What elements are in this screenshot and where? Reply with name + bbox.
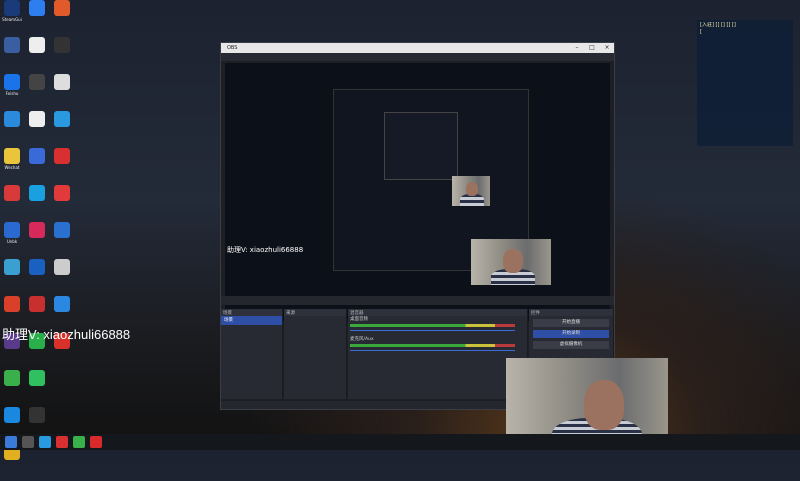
desktop-icon[interactable] — [25, 185, 49, 218]
desktop-icon[interactable]: Wechat — [0, 148, 24, 181]
desktop-icon[interactable] — [0, 37, 24, 70]
scene-item[interactable]: 场景 — [221, 316, 282, 325]
desktop-icon[interactable] — [0, 185, 24, 218]
search-icon[interactable] — [22, 436, 34, 448]
taskbar-app[interactable] — [90, 436, 102, 448]
volume-slider[interactable] — [350, 330, 515, 331]
scenes-dock: 场景 场景 — [221, 309, 283, 399]
volume-slider[interactable] — [350, 350, 515, 351]
nested-webcam — [452, 176, 490, 206]
minimize-icon[interactable]: – — [570, 43, 584, 53]
preview-canvas[interactable]: 助理V: xiaozhuli66888 — [225, 63, 610, 321]
mixer-channel: 麦克风/Aux — [348, 336, 527, 356]
desktop-icon[interactable] — [50, 259, 74, 292]
source-item[interactable] — [284, 334, 346, 343]
desktop-icon[interactable] — [50, 222, 74, 255]
desktop-icon[interactable] — [25, 74, 49, 107]
desktop-icons-col1: SteamGui Feishu Wechat Unbk — [0, 0, 24, 481]
mixer-channel: 桌面音频 — [348, 316, 527, 336]
preview-webcam — [471, 239, 551, 285]
control-button[interactable]: 开始直播 — [533, 319, 609, 327]
desktop-icon[interactable] — [50, 37, 74, 70]
control-button[interactable]: 开始录制 — [533, 330, 609, 338]
desktop-icon[interactable] — [25, 37, 49, 70]
desktop-icon[interactable] — [0, 259, 24, 292]
sources-header: 来源 — [284, 309, 346, 316]
obs-window: OBS – □ × 助理V: xiaozhuli66888 场景 场景 来源 混… — [220, 42, 615, 410]
taskbar-app[interactable] — [39, 436, 51, 448]
chat-overlay: [入驻] [] [] [] [][ — [697, 20, 793, 146]
desktop-icons-col3 — [50, 0, 74, 370]
desktop-icon[interactable] — [25, 259, 49, 292]
volume-meter — [350, 344, 515, 347]
taskbar-app[interactable] — [73, 436, 85, 448]
desktop-icon[interactable] — [25, 222, 49, 255]
scenes-header: 场景 — [221, 309, 282, 316]
maximize-icon[interactable]: □ — [585, 43, 599, 53]
window-title: OBS — [227, 45, 238, 51]
dock-tabbar — [221, 296, 614, 305]
mixer-channel-label: 麦克风/Aux — [350, 337, 374, 342]
source-item[interactable] — [284, 379, 346, 388]
source-item[interactable] — [284, 325, 346, 334]
taskbar-app[interactable] — [56, 436, 68, 448]
volume-meter — [350, 324, 515, 327]
desktop-icon[interactable] — [50, 148, 74, 181]
obs-titlebar: OBS – □ × — [221, 43, 614, 53]
desktop-icon[interactable] — [0, 370, 24, 403]
desktop-icon[interactable] — [50, 111, 74, 144]
mixer-header: 混音器 — [348, 309, 527, 316]
nested-preview-inner — [384, 112, 458, 180]
desktop-icon[interactable] — [50, 185, 74, 218]
desktop-icon[interactable] — [25, 111, 49, 144]
menu-bar — [221, 53, 614, 61]
mixer-channel-label: 桌面音频 — [350, 317, 368, 322]
desktop-icon[interactable] — [25, 0, 49, 33]
desktop-icon[interactable]: Feishu — [0, 74, 24, 107]
desktop-icon[interactable] — [50, 74, 74, 107]
chat-line: [ — [700, 28, 702, 35]
desktop-icon[interactable]: Unbk — [0, 222, 24, 255]
source-item[interactable] — [284, 316, 346, 325]
source-item[interactable] — [284, 343, 346, 352]
source-item[interactable] — [284, 361, 346, 370]
source-item[interactable] — [284, 370, 346, 379]
desktop-icon[interactable] — [25, 148, 49, 181]
desktop-icon[interactable]: SteamGui — [0, 0, 24, 33]
controls-header: 控件 — [529, 309, 613, 316]
desktop-icons-col2 — [25, 0, 49, 444]
close-icon[interactable]: × — [600, 43, 614, 53]
sources-dock: 来源 — [284, 309, 347, 399]
preview-name-tag: 助理V: xiaozhuli66888 — [227, 246, 304, 254]
mixer-dock: 混音器 桌面音频麦克风/Aux — [348, 309, 528, 399]
taskbar — [0, 434, 800, 450]
start-icon[interactable] — [5, 436, 17, 448]
desktop-watermark: 助理V: xiaozhuli66888 — [2, 327, 131, 342]
desktop-icon[interactable] — [50, 0, 74, 33]
source-item[interactable] — [284, 352, 346, 361]
desktop-icon[interactable] — [25, 370, 49, 403]
control-button[interactable]: 虚拟摄像机 — [533, 341, 609, 349]
desktop-icon[interactable] — [0, 111, 24, 144]
